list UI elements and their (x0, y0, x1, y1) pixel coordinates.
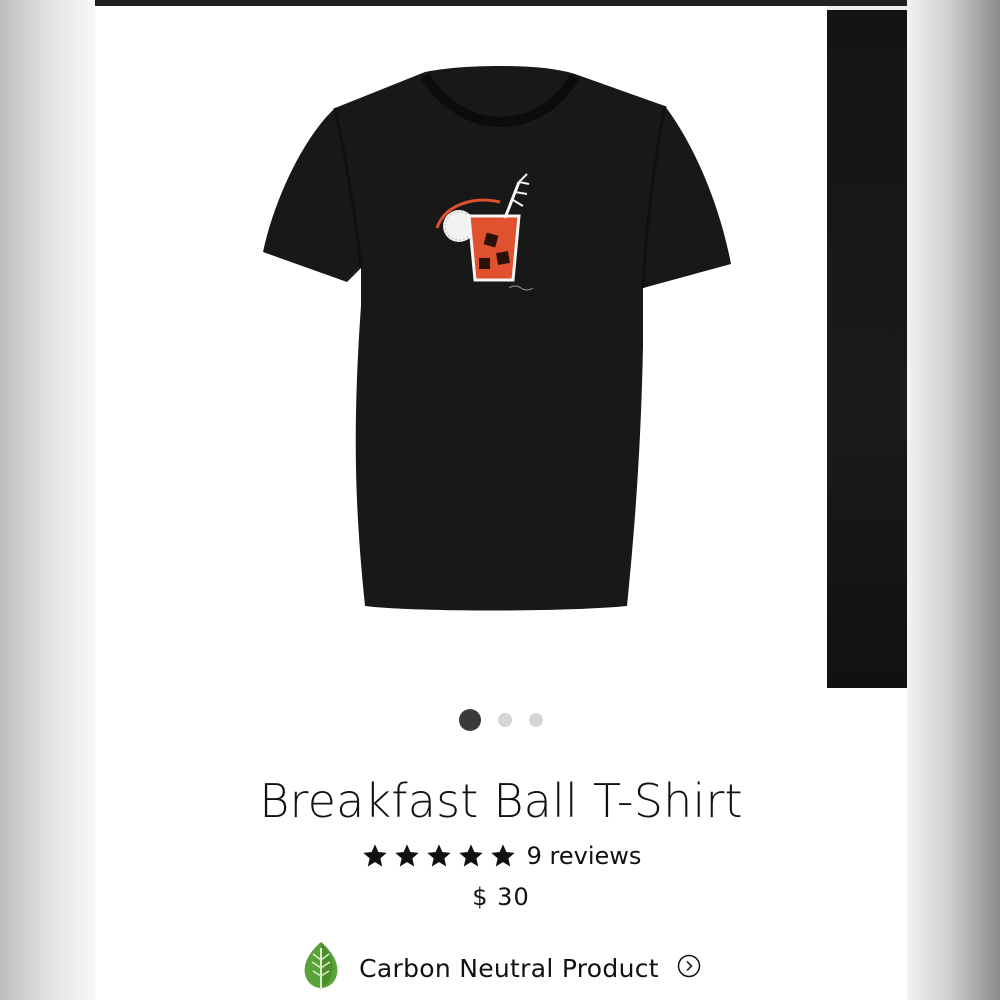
rating-row[interactable]: 9 reviews (95, 842, 907, 870)
star-icon (361, 842, 389, 870)
star-icon (425, 842, 453, 870)
carousel-dot-3[interactable] (529, 713, 543, 727)
star-icon (489, 842, 517, 870)
reviews-link[interactable]: 9 reviews (527, 842, 642, 870)
product-title: Breakfast Ball T-Shirt (259, 774, 743, 828)
leaf-icon (301, 940, 341, 996)
right-blurred-edge (907, 0, 1000, 1000)
product-price: $ 30 (472, 883, 530, 911)
star-icon (393, 842, 421, 870)
star-rating (361, 842, 517, 870)
star-icon (457, 842, 485, 870)
carousel-dot-2[interactable] (498, 713, 512, 727)
tshirt-illustration (263, 66, 731, 611)
carbon-neutral-label: Carbon Neutral Product (359, 953, 659, 983)
carousel-dots (95, 708, 907, 732)
carbon-neutral-link[interactable]: Carbon Neutral Product (95, 940, 907, 996)
product-page: Breakfast Ball T-Shirt 9 reviews $ 30 Ca… (95, 6, 907, 1000)
next-product-image-peek[interactable] (827, 6, 907, 688)
chevron-right-circle-icon[interactable] (677, 954, 701, 982)
product-image[interactable] (95, 6, 827, 690)
left-blurred-edge (0, 0, 95, 1000)
carousel-dot-1[interactable] (459, 709, 481, 731)
